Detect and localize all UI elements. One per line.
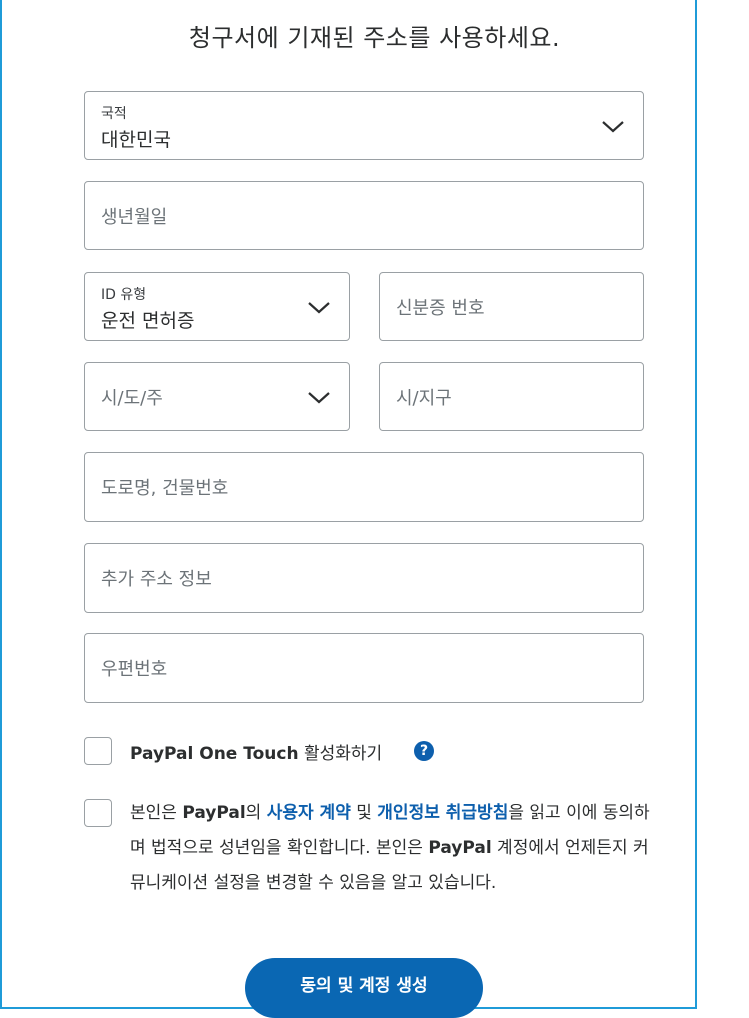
help-icon[interactable]: ? [414, 741, 434, 761]
city-field[interactable]: 시/지구 [379, 362, 644, 431]
consent-text-part: 본인은 [130, 803, 183, 823]
city-placeholder: 시/지구 [396, 387, 452, 409]
chevron-down-icon [602, 121, 624, 133]
birthdate-placeholder: 생년월일 [101, 206, 168, 228]
postal-code-field[interactable]: 우편번호 [84, 633, 644, 703]
one-touch-checkbox[interactable] [84, 737, 112, 765]
id-number-field[interactable]: 신분증 번호 [379, 272, 644, 341]
chevron-down-icon [308, 392, 330, 404]
agree-create-account-button[interactable]: 동의 및 계정 생성 [245, 958, 483, 1018]
state-placeholder: 시/도/주 [101, 387, 163, 409]
consent-checkbox[interactable] [84, 799, 112, 827]
paypal-brand-text: PayPal [182, 803, 246, 823]
country-select[interactable]: 국적 대한민국 [84, 91, 644, 160]
one-touch-brand: PayPal One Touch [130, 744, 299, 764]
paypal-brand-text: PayPal [428, 838, 492, 858]
consent-text: 본인은 PayPal의 사용자 계약 및 개인정보 취급방침을 읽고 이에 동의… [130, 796, 650, 901]
user-agreement-link[interactable]: 사용자 계약 [267, 803, 351, 823]
privacy-policy-link[interactable]: 개인정보 취급방침 [377, 803, 508, 823]
street-address-placeholder: 도로명, 건물번호 [101, 478, 229, 499]
page-title: 청구서에 기재된 주소를 사용하세요. [188, 24, 561, 52]
consent-text-part: 및 [350, 803, 378, 823]
one-touch-label: PayPal One Touch 활성화하기 [130, 739, 382, 764]
country-value: 대한민국 [101, 129, 171, 151]
chevron-down-icon [308, 302, 330, 314]
state-select[interactable]: 시/도/주 [84, 362, 350, 431]
address-line2-field[interactable]: 추가 주소 정보 [84, 543, 644, 613]
id-type-label: ID 유형 [101, 287, 147, 303]
postal-code-placeholder: 우편번호 [101, 659, 168, 680]
country-label: 국적 [101, 106, 127, 122]
one-touch-suffix: 활성화하기 [298, 744, 383, 764]
consent-text-part: 의 [245, 803, 267, 823]
street-address-field[interactable]: 도로명, 건물번호 [84, 452, 644, 522]
address-line2-placeholder: 추가 주소 정보 [101, 569, 212, 590]
id-number-placeholder: 신분증 번호 [396, 297, 485, 319]
id-type-select[interactable]: ID 유형 운전 면허증 [84, 272, 350, 341]
id-type-value: 운전 면허증 [101, 310, 195, 332]
birthdate-field[interactable]: 생년월일 [84, 181, 644, 250]
